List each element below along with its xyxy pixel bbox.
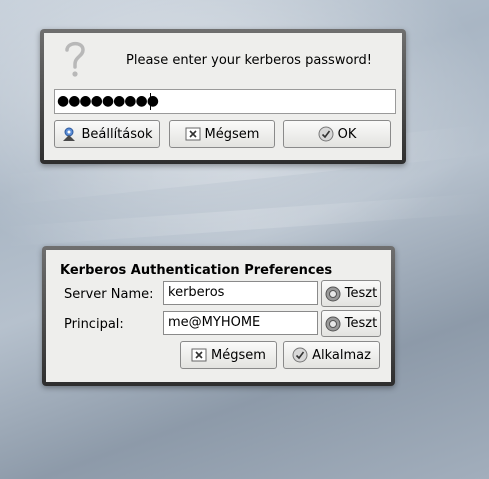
settings-button[interactable]: Beállítások [54,120,160,148]
password-input[interactable]: ●●●●●●●●● [54,89,396,114]
server-name-label: Server Name: [64,287,154,302]
cancel-button-label: Mégsem [204,126,260,142]
password-mask: ●●●●●●●●● [57,93,159,109]
password-dialog-body: Please enter your kerberos password! ●●●… [44,33,402,160]
settings-icon [61,126,77,142]
preferences-dialog: Kerberos Authentication Preferences Serv… [42,246,395,386]
test-button-server[interactable]: Teszt [321,280,381,307]
test-button-label: Teszt [344,286,378,301]
cancel-button[interactable]: Mégsem [169,120,275,148]
preferences-title: Kerberos Authentication Preferences [60,263,333,278]
apply-icon [292,347,308,363]
apply-button[interactable]: Alkalmaz [283,341,380,369]
principal-field[interactable]: me@MYHOME [163,311,318,335]
principal-label: Principal: [64,317,124,332]
ok-icon [318,126,334,142]
ok-button-label: OK [337,126,357,142]
server-name-field[interactable]: kerberos [163,281,318,305]
password-dialog: Please enter your kerberos password! ●●●… [40,29,406,164]
text-cursor [150,93,151,110]
test-button-label: Teszt [344,316,378,331]
cancel-button-label: Mégsem [211,347,266,363]
cancel-icon [185,126,201,142]
test-button-principal[interactable]: Teszt [321,310,381,337]
cancel-button[interactable]: Mégsem [180,341,277,369]
apply-button-label: Alkalmaz [312,347,371,363]
question-mark-icon [62,39,88,79]
settings-button-label: Beállítások [81,126,153,142]
password-prompt: Please enter your kerberos password! [126,53,372,68]
test-icon [325,316,341,332]
test-icon [325,286,341,302]
cancel-icon [191,347,207,363]
preferences-dialog-body: Kerberos Authentication Preferences Serv… [46,250,391,382]
wallpaper-streak [0,192,489,248]
ok-button[interactable]: OK [283,120,391,148]
